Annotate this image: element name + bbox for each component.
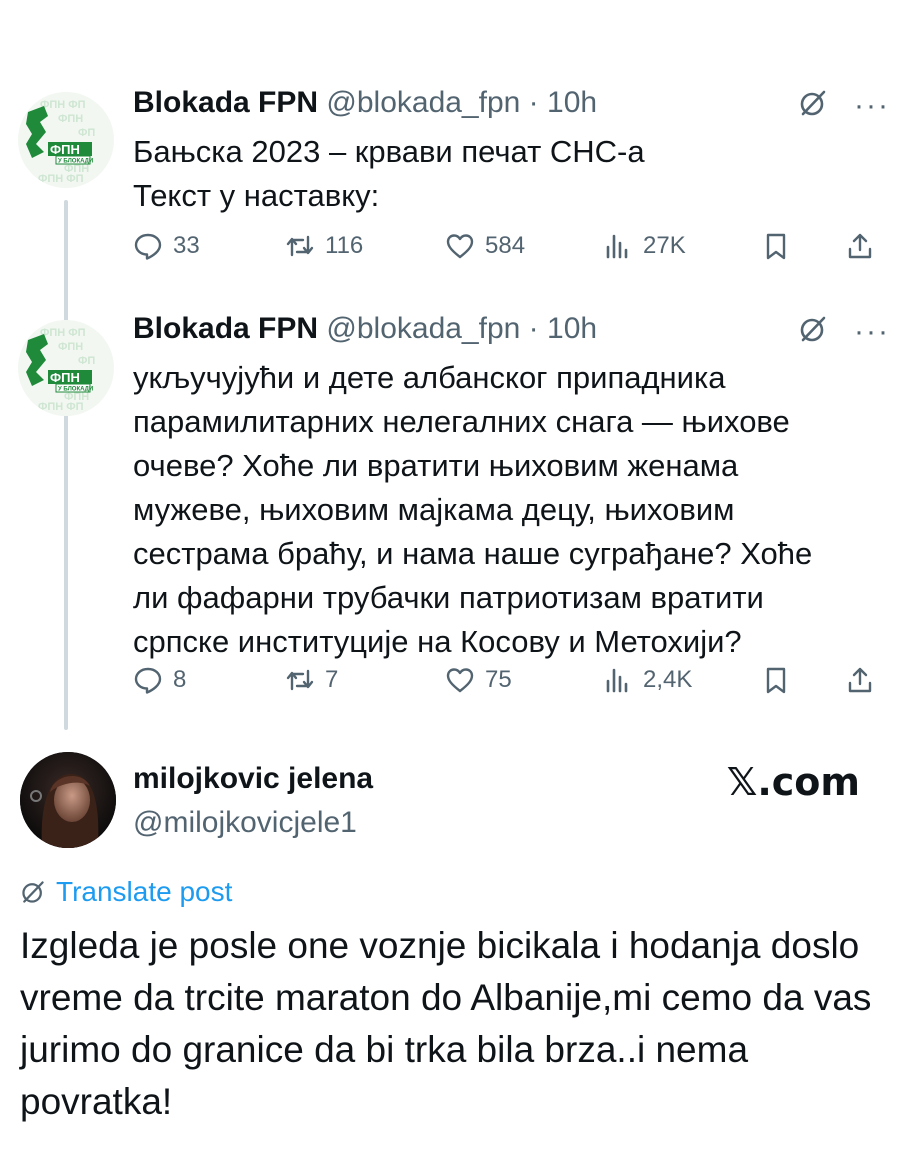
repost-icon	[286, 669, 314, 691]
separator: ·	[528, 86, 539, 119]
like-button[interactable]: 75	[445, 660, 512, 700]
svg-text:У БЛОКАДИ: У БЛОКАДИ	[58, 159, 93, 165]
reply-author-handle[interactable]: @milojkovicjele1	[133, 806, 357, 840]
bookmark-button[interactable]	[761, 226, 791, 266]
translate-post-link[interactable]: Translate post	[20, 876, 232, 908]
like-count: 75	[485, 666, 512, 693]
svg-text:ФПН: ФПН	[58, 341, 83, 353]
reply-line: jurimo do granice da bi trka bila brza..…	[20, 1029, 749, 1070]
reply-count: 8	[173, 666, 187, 693]
fpn-avatar[interactable]: ФПН ФП ФПН ФП ФПН ФПН ФП ФПН У БЛОКАДИ	[18, 320, 114, 416]
views-icon	[606, 234, 628, 259]
svg-text:У БЛОКАДИ: У БЛОКАДИ	[58, 387, 93, 393]
bookmark-icon	[766, 233, 786, 260]
svg-text:ФПН ФП: ФПН ФП	[40, 99, 86, 111]
tweet-header: Blokada FPN @blokada_fpn · 10h	[133, 312, 597, 346]
repost-icon	[286, 235, 314, 257]
translate-label: Translate post	[56, 876, 233, 907]
tweet-line: Бањска 2023 – крвави печат СНС-а	[133, 134, 645, 169]
like-count: 584	[485, 232, 526, 259]
reply-button[interactable]: 8	[133, 660, 186, 700]
timestamp[interactable]: 10h	[547, 86, 597, 119]
views-count: 27K	[643, 232, 686, 259]
repost-button[interactable]: 116	[285, 226, 363, 266]
bookmark-button[interactable]	[761, 660, 791, 700]
more-icon[interactable]: ···	[854, 316, 890, 346]
share-button[interactable]	[845, 660, 875, 700]
reply-body: Izgleda je posle one voznje bicikala i h…	[20, 920, 880, 1128]
tweet-body: укључујући и дете албанског припадника п…	[133, 356, 873, 664]
reply-line: Izgleda je posle one voznje bicikala i h…	[20, 925, 860, 966]
svg-text:ФПН ФП: ФПН ФП	[40, 327, 86, 339]
svg-text:ФПН: ФПН	[58, 113, 83, 125]
like-button[interactable]: 584	[445, 226, 525, 266]
tweet-header: Blokada FPN @blokada_fpn · 10h	[133, 86, 597, 120]
user-avatar[interactable]	[20, 752, 116, 848]
views-count: 2,4K	[643, 666, 693, 693]
views-button[interactable]: 27K	[603, 226, 686, 266]
reply-line: vreme da trcite maraton do Albanije,mi c…	[20, 977, 872, 1018]
svg-text:ФП: ФП	[78, 127, 95, 139]
tweet-line: српске институције на Косову и Метохији?	[133, 624, 742, 659]
tweet-line: мужеве, њиховим мајкама децу, њиховим	[133, 492, 735, 527]
like-icon	[446, 234, 474, 259]
tweet-line: очеве? Хоће ли вратити њиховим женама	[133, 448, 739, 483]
reply-count: 33	[173, 232, 200, 259]
share-button[interactable]	[845, 226, 875, 266]
bookmark-icon	[766, 667, 786, 694]
tweet-line: сестрама браћу, и нама наше суграђане? Х…	[133, 536, 813, 571]
reply-author-name[interactable]: milojkovic jelena	[133, 762, 373, 796]
tweet-line: Текст у наставку:	[133, 178, 380, 213]
thread-line	[64, 200, 68, 730]
svg-text:ФП: ФП	[78, 355, 95, 367]
reply-button[interactable]: 33	[133, 226, 200, 266]
repost-button[interactable]: 7	[285, 660, 338, 700]
svg-text:ФПН: ФПН	[50, 370, 80, 385]
tweet-line: укључујући и дете албанског припадника	[133, 360, 726, 395]
fpn-avatar[interactable]: ФПН ФП ФПН ФП ФПН ФПН ФП ФПН У БЛОКАДИ	[18, 92, 114, 188]
tweet-actions: 33 116 584 27K	[133, 226, 883, 266]
repost-count: 116	[325, 232, 364, 259]
repost-count: 7	[325, 666, 339, 693]
x-brand-logo: 𝕏.com	[726, 760, 860, 804]
author-name[interactable]: Blokada FPN	[133, 86, 318, 119]
grok-icon[interactable]	[798, 314, 828, 349]
author-name[interactable]: Blokada FPN	[133, 312, 318, 345]
timestamp[interactable]: 10h	[547, 312, 597, 345]
svg-text:ФПН ФП: ФПН ФП	[38, 173, 84, 185]
views-icon	[606, 668, 628, 693]
reply-line: povratka!	[20, 1081, 173, 1122]
svg-text:ФПН ФП: ФПН ФП	[38, 401, 84, 413]
tweet-line: парамилитарних нелегалних снага — њихове	[133, 404, 790, 439]
like-icon	[446, 668, 474, 693]
share-icon	[848, 233, 872, 259]
tweet-actions: 8 7 75 2,4K	[133, 660, 883, 700]
translate-icon	[22, 881, 44, 903]
tweet-corner-icons: ···	[798, 314, 890, 349]
separator: ·	[528, 312, 539, 345]
reply-icon	[134, 233, 162, 260]
svg-text:ФПН: ФПН	[50, 142, 80, 157]
grok-icon[interactable]	[798, 88, 828, 123]
reply-icon	[134, 667, 162, 694]
tweet-body: Бањска 2023 – крвави печат СНС-а Текст у…	[133, 130, 873, 218]
tweet-line: ли фафарни трубачки патриотизам вратити	[133, 580, 764, 615]
views-button[interactable]: 2,4K	[603, 660, 692, 700]
more-icon[interactable]: ···	[854, 90, 890, 120]
author-handle[interactable]: @blokada_fpn	[326, 86, 520, 119]
author-handle[interactable]: @blokada_fpn	[326, 312, 520, 345]
tweet-corner-icons: ···	[798, 88, 890, 123]
share-icon	[848, 667, 872, 693]
